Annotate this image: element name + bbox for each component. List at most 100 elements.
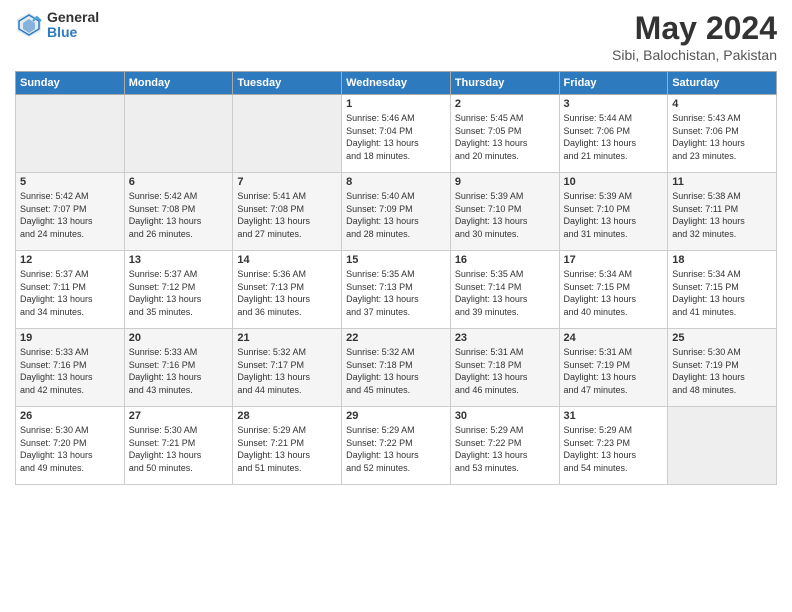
calendar-cell-w4-d2: 21 Sunrise: 5:32 AM Sunset: 7:17 PM Dayli… — [233, 329, 342, 407]
calendar-header-row: Sunday Monday Tuesday Wednesday Thursday… — [16, 72, 777, 95]
calendar-cell-w3-d3: 15Sunrise: 5:35 AM Sunset: 7:13 PM Dayli… — [342, 251, 451, 329]
logo-text: General Blue — [47, 10, 99, 41]
day-info: Sunrise: 5:29 AM Sunset: 7:21 PM Dayligh… — [237, 424, 337, 474]
col-saturday: Saturday — [668, 72, 777, 95]
day-info: Sunrise: 5:37 AM Sunset: 7:12 PM Dayligh… — [129, 268, 229, 318]
logo-general-text: General — [47, 10, 99, 25]
calendar-cell-w5-d0: 26 Sunrise: 5:30 AM Sunset: 7:20 PM Dayli… — [16, 407, 125, 485]
day-info: Sunrise: 5:29 AM Sunset: 7:22 PM Dayligh… — [346, 424, 446, 474]
calendar-cell-w4-d6: 25 Sunrise: 5:30 AM Sunset: 7:19 PM Dayli… — [668, 329, 777, 407]
day-info: Sunrise: 5:31 AM Sunset: 7:18 PM Dayligh… — [455, 346, 555, 396]
calendar-cell-w5-d5: 31Sunrise: 5:29 AM Sunset: 7:23 PM Dayli… — [559, 407, 668, 485]
day-number: 2 — [455, 98, 555, 110]
day-number: 31 — [564, 410, 664, 422]
calendar-cell-w2-d1: 6 Sunrise: 5:42 AM Sunset: 7:08 PM Daylig… — [124, 173, 233, 251]
day-info: Sunrise: 5:32 AM Sunset: 7:18 PM Dayligh… — [346, 346, 446, 396]
day-number: 15 — [346, 254, 446, 266]
day-info: Sunrise: 5:30 AM Sunset: 7:19 PM Dayligh… — [672, 346, 772, 396]
day-number: 7 — [237, 176, 337, 188]
day-number: 5 — [20, 176, 120, 188]
day-info: Sunrise: 5:38 AM Sunset: 7:11 PM Dayligh… — [672, 190, 772, 240]
calendar-cell-w2-d5: 10Sunrise: 5:39 AM Sunset: 7:10 PM Dayli… — [559, 173, 668, 251]
day-number: 28 — [237, 410, 337, 422]
day-number: 23 — [455, 332, 555, 344]
calendar-cell-w1-d2 — [233, 95, 342, 173]
calendar-cell-w3-d4: 16 Sunrise: 5:35 AM Sunset: 7:14 PM Dayli… — [450, 251, 559, 329]
calendar-table: Sunday Monday Tuesday Wednesday Thursday… — [15, 71, 777, 485]
calendar-cell-w2-d4: 9 Sunrise: 5:39 AM Sunset: 7:10 PM Daylig… — [450, 173, 559, 251]
day-info: Sunrise: 5:41 AM Sunset: 7:08 PM Dayligh… — [237, 190, 337, 240]
day-info: Sunrise: 5:35 AM Sunset: 7:14 PM Dayligh… — [455, 268, 555, 318]
calendar-cell-w4-d0: 19 Sunrise: 5:33 AM Sunset: 7:16 PM Dayli… — [16, 329, 125, 407]
day-info: Sunrise: 5:39 AM Sunset: 7:10 PM Dayligh… — [455, 190, 555, 240]
day-number: 11 — [672, 176, 772, 188]
calendar-cell-w3-d2: 14 Sunrise: 5:36 AM Sunset: 7:13 PM Dayli… — [233, 251, 342, 329]
day-number: 12 — [20, 254, 120, 266]
day-number: 14 — [237, 254, 337, 266]
calendar-week-4: 19 Sunrise: 5:33 AM Sunset: 7:16 PM Dayli… — [16, 329, 777, 407]
col-thursday: Thursday — [450, 72, 559, 95]
calendar-cell-w4-d4: 23 Sunrise: 5:31 AM Sunset: 7:18 PM Dayli… — [450, 329, 559, 407]
day-info: Sunrise: 5:42 AM Sunset: 7:08 PM Dayligh… — [129, 190, 229, 240]
day-number: 20 — [129, 332, 229, 344]
day-number: 6 — [129, 176, 229, 188]
col-tuesday: Tuesday — [233, 72, 342, 95]
day-info: Sunrise: 5:36 AM Sunset: 7:13 PM Dayligh… — [237, 268, 337, 318]
calendar-week-3: 12 Sunrise: 5:37 AM Sunset: 7:11 PM Dayli… — [16, 251, 777, 329]
calendar-cell-w1-d0 — [16, 95, 125, 173]
day-info: Sunrise: 5:43 AM Sunset: 7:06 PM Dayligh… — [672, 112, 772, 162]
day-number: 26 — [20, 410, 120, 422]
day-info: Sunrise: 5:46 AM Sunset: 7:04 PM Dayligh… — [346, 112, 446, 162]
calendar-cell-w4-d1: 20Sunrise: 5:33 AM Sunset: 7:16 PM Dayli… — [124, 329, 233, 407]
day-info: Sunrise: 5:33 AM Sunset: 7:16 PM Dayligh… — [20, 346, 120, 396]
day-info: Sunrise: 5:45 AM Sunset: 7:05 PM Dayligh… — [455, 112, 555, 162]
day-number: 9 — [455, 176, 555, 188]
day-info: Sunrise: 5:44 AM Sunset: 7:06 PM Dayligh… — [564, 112, 664, 162]
day-number: 3 — [564, 98, 664, 110]
day-number: 24 — [564, 332, 664, 344]
day-number: 22 — [346, 332, 446, 344]
title-block: May 2024 Sibi, Balochistan, Pakistan — [612, 10, 777, 63]
calendar-cell-w2-d3: 8 Sunrise: 5:40 AM Sunset: 7:09 PM Daylig… — [342, 173, 451, 251]
day-info: Sunrise: 5:29 AM Sunset: 7:22 PM Dayligh… — [455, 424, 555, 474]
calendar-cell-w5-d3: 29 Sunrise: 5:29 AM Sunset: 7:22 PM Dayli… — [342, 407, 451, 485]
logo-icon — [15, 11, 43, 39]
day-info: Sunrise: 5:30 AM Sunset: 7:20 PM Dayligh… — [20, 424, 120, 474]
day-number: 16 — [455, 254, 555, 266]
calendar-cell-w2-d2: 7 Sunrise: 5:41 AM Sunset: 7:08 PM Daylig… — [233, 173, 342, 251]
calendar-cell-w1-d4: 2 Sunrise: 5:45 AM Sunset: 7:05 PM Daylig… — [450, 95, 559, 173]
day-number: 25 — [672, 332, 772, 344]
calendar-cell-w5-d4: 30 Sunrise: 5:29 AM Sunset: 7:22 PM Dayli… — [450, 407, 559, 485]
day-info: Sunrise: 5:37 AM Sunset: 7:11 PM Dayligh… — [20, 268, 120, 318]
calendar-cell-w2-d6: 11 Sunrise: 5:38 AM Sunset: 7:11 PM Dayli… — [668, 173, 777, 251]
logo: General Blue — [15, 10, 99, 41]
header: General Blue May 2024 Sibi, Balochistan,… — [15, 10, 777, 63]
calendar-cell-w4-d3: 22 Sunrise: 5:32 AM Sunset: 7:18 PM Dayli… — [342, 329, 451, 407]
calendar-week-2: 5 Sunrise: 5:42 AM Sunset: 7:07 PM Daylig… — [16, 173, 777, 251]
day-number: 8 — [346, 176, 446, 188]
day-info: Sunrise: 5:30 AM Sunset: 7:21 PM Dayligh… — [129, 424, 229, 474]
day-info: Sunrise: 5:32 AM Sunset: 7:17 PM Dayligh… — [237, 346, 337, 396]
day-info: Sunrise: 5:42 AM Sunset: 7:07 PM Dayligh… — [20, 190, 120, 240]
day-number: 21 — [237, 332, 337, 344]
calendar-week-5: 26 Sunrise: 5:30 AM Sunset: 7:20 PM Dayli… — [16, 407, 777, 485]
day-number: 17 — [564, 254, 664, 266]
day-info: Sunrise: 5:40 AM Sunset: 7:09 PM Dayligh… — [346, 190, 446, 240]
calendar-cell-w5-d2: 28 Sunrise: 5:29 AM Sunset: 7:21 PM Dayli… — [233, 407, 342, 485]
col-sunday: Sunday — [16, 72, 125, 95]
day-number: 19 — [20, 332, 120, 344]
logo-blue-text: Blue — [47, 25, 99, 40]
day-number: 27 — [129, 410, 229, 422]
calendar-cell-w1-d3: 1Sunrise: 5:46 AM Sunset: 7:04 PM Daylig… — [342, 95, 451, 173]
calendar-cell-w2-d0: 5 Sunrise: 5:42 AM Sunset: 7:07 PM Daylig… — [16, 173, 125, 251]
col-friday: Friday — [559, 72, 668, 95]
day-number: 18 — [672, 254, 772, 266]
col-wednesday: Wednesday — [342, 72, 451, 95]
day-number: 10 — [564, 176, 664, 188]
day-number: 30 — [455, 410, 555, 422]
day-number: 29 — [346, 410, 446, 422]
subtitle: Sibi, Balochistan, Pakistan — [612, 47, 777, 63]
calendar-cell-w1-d5: 3 Sunrise: 5:44 AM Sunset: 7:06 PM Daylig… — [559, 95, 668, 173]
calendar-cell-w3-d0: 12 Sunrise: 5:37 AM Sunset: 7:11 PM Dayli… — [16, 251, 125, 329]
page: General Blue May 2024 Sibi, Balochistan,… — [0, 0, 792, 612]
